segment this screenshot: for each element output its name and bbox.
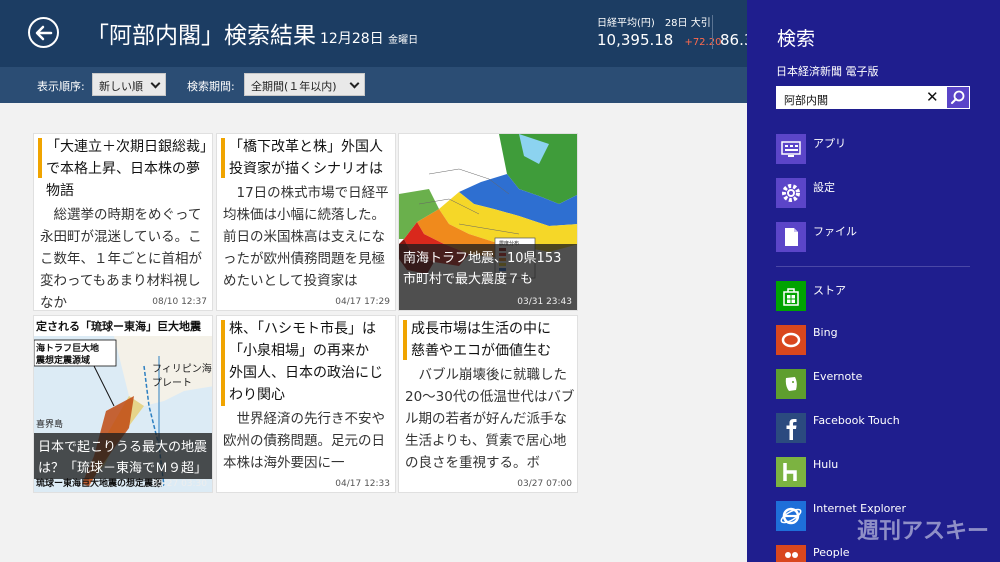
people-icon — [776, 545, 806, 562]
charm-divider — [776, 266, 970, 267]
search-query: 阿部内閣 — [784, 94, 828, 107]
date-day: 金曜日 — [388, 35, 419, 46]
period-select[interactable]: 全期間(１年以内) — [244, 73, 365, 96]
article-date: 04/17 17:29 — [335, 297, 390, 307]
item-label: Evernote — [813, 370, 863, 383]
market-value: 10,395.18 — [597, 31, 674, 49]
article-body: 総選挙の時期をめぐって永田町が混迷している。ここ数年、１年ごとに首相が変わっても… — [40, 207, 202, 311]
settings-icon — [776, 178, 806, 208]
map-label-trough-1: 海トラフ巨大地 — [36, 342, 99, 354]
item-label: ストア — [813, 284, 846, 297]
image-article-tile[interactable]: 定される「琉球ー東海」巨大地震 海トラフ巨大地 震想定震源域 フィリピン海 プレ… — [33, 315, 213, 493]
sort-label: 表示順序: — [37, 80, 85, 93]
article-headline: 株、「ハシモト市長」は「小泉相場」の再来か 外国人、日本の政治にじわり関心 — [229, 321, 383, 403]
headline-accent — [38, 138, 42, 178]
hulu-icon — [776, 457, 806, 487]
article-body: 17日の株式市場で日経平均株価は小幅に続落した。前日の米国株高は支えになったが欧… — [223, 185, 389, 289]
item-label: People — [813, 546, 850, 559]
search-charm-pane: 検索 日本経済新聞 電子版 阿部内閣 ✕ アプリ 設定 ファイル ストア Bin… — [747, 0, 1000, 562]
article-date: 03/27 07:00 — [517, 479, 572, 489]
item-label: Hulu — [813, 458, 839, 471]
chevron-down-icon — [150, 78, 161, 89]
back-arrow-icon — [35, 25, 53, 41]
article-headline: 「橋下改革と株」外国人投資家が描くシナリオは — [229, 139, 383, 177]
article-date: 08/10 12:37 — [152, 297, 207, 307]
article-body: バブル崩壊後に就職した20～30代の低温世代はバブル期の若者が好んだ派手な生活よ… — [405, 367, 575, 471]
app-item-evernote[interactable]: Evernote — [776, 369, 986, 399]
app-item-facebook[interactable]: Facebook Touch — [776, 413, 986, 443]
map-label-plate-2: プレート — [152, 377, 192, 389]
market-change: +72.20 — [684, 37, 722, 48]
article-date: 04/17 12:33 — [335, 479, 390, 489]
headline-accent — [221, 320, 225, 406]
page-title: 「阿部内閣」検索結果 — [86, 23, 316, 49]
sort-select-value: 新しい順 — [99, 80, 143, 93]
period-select-value: 全期間(１年以内) — [251, 80, 337, 93]
charm-title: 検索 — [777, 28, 816, 50]
app-item-people[interactable]: People — [776, 545, 986, 562]
ticker-divider — [712, 15, 713, 49]
watermark: 週刊アスキー — [857, 519, 990, 544]
app-item-store[interactable]: ストア — [776, 281, 986, 311]
apps-icon — [776, 134, 806, 164]
app-window: 「阿部内閣」検索結果 12月28日 金曜日 日経平均(円) 28日 大引 10,… — [0, 0, 1000, 562]
image-article-tile[interactable]: 震度分布 南海トラフ地震、10県153市町村で最大震度７も 03/31 23:4… — [398, 133, 578, 311]
search-target-settings[interactable]: 設定 — [776, 178, 986, 208]
article-tile[interactable]: 成長市場は生活の中に 慈善やエコが価値生む バブル崩壊後に就職した20～30代の… — [398, 315, 578, 493]
article-headline: 成長市場は生活の中に 慈善やエコが価値生む — [411, 321, 565, 359]
item-label: Facebook Touch — [813, 414, 900, 427]
market-label: 日経平均(円) 28日 大引 — [597, 14, 721, 29]
search-input[interactable]: 阿部内閣 ✕ — [776, 86, 970, 109]
date-main: 12月28日 — [320, 31, 384, 47]
files-icon — [776, 222, 806, 252]
article-headline: 「大連立＋次期日銀総裁」で本格上昇、日本株の夢物語 — [46, 139, 207, 199]
bing-icon — [776, 325, 806, 355]
store-icon — [776, 281, 806, 311]
back-button[interactable] — [28, 17, 59, 48]
search-icon — [951, 90, 965, 104]
article-tile[interactable]: 「橋下改革と株」外国人投資家が描くシナリオは 17日の株式市場で日経平均株価は小… — [216, 133, 396, 311]
article-tile[interactable]: 株、「ハシモト市長」は「小泉相場」の再来か 外国人、日本の政治にじわり関心 世界… — [216, 315, 396, 493]
app-item-hulu[interactable]: Hulu — [776, 457, 986, 487]
market-index-name: 日経平均(円) — [597, 18, 655, 29]
item-label: ファイル — [813, 225, 857, 238]
evernote-icon — [776, 369, 806, 399]
period-label: 検索期間: — [187, 80, 235, 93]
clear-icon[interactable]: ✕ — [926, 88, 939, 106]
market-session: 28日 大引 — [664, 18, 711, 29]
map-label-trough-2: 震想定震源域 — [35, 354, 90, 366]
item-label: アプリ — [813, 137, 846, 150]
item-label: 設定 — [813, 181, 835, 194]
market-ticker: 日経平均(円) 28日 大引 10,395.18 +72.20 — [597, 14, 721, 49]
facebook-icon — [776, 413, 806, 443]
search-target-files[interactable]: ファイル — [776, 222, 986, 252]
search-target-apps[interactable]: アプリ — [776, 134, 986, 164]
item-label: Bing — [813, 326, 838, 339]
header-date: 12月28日 金曜日 — [320, 28, 418, 48]
image-caption: 日本で起こりうる最大の地震は？「琉球－東海でＭ９超」 — [34, 433, 212, 479]
search-scope-label[interactable]: 日本経済新聞 電子版 — [776, 63, 879, 79]
article-tile[interactable]: 「大連立＋次期日銀総裁」で本格上昇、日本株の夢物語 総選挙の時期をめぐって永田町… — [33, 133, 213, 311]
chevron-down-icon — [349, 78, 360, 89]
map-title: 定される「琉球ー東海」巨大地震 — [36, 319, 202, 333]
map-label-island: 喜界島 — [36, 418, 63, 430]
ie-icon — [776, 501, 806, 531]
map-label-plate-1: フィリピン海 — [152, 362, 212, 375]
sort-select[interactable]: 新しい順 — [92, 73, 166, 96]
article-date: 05/27 03:30 — [152, 479, 207, 489]
headline-accent — [403, 320, 407, 360]
headline-accent — [221, 138, 225, 178]
app-item-bing[interactable]: Bing — [776, 325, 986, 355]
search-button[interactable] — [947, 87, 969, 108]
article-date: 03/31 23:43 — [517, 297, 572, 307]
article-body: 世界経済の先行き不安や欧州の債務問題。足元の日本株は海外要因に一 — [223, 411, 385, 471]
